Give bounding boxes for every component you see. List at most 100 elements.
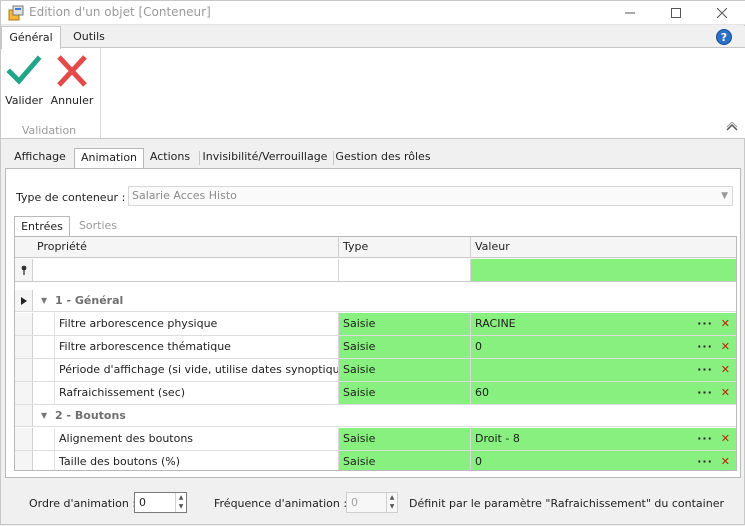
ellipsis-icon[interactable]: ··· <box>697 313 713 335</box>
property-cell: Taille des boutons (%) <box>59 455 181 468</box>
spinner-arrows-icon: ▲ ▼ <box>386 493 397 512</box>
group-row-boutons[interactable]: ▼ 2 - Boutons <box>15 405 736 427</box>
type-cell[interactable]: Saisie <box>338 336 470 358</box>
ribbon-tab-outils[interactable]: Outils <box>63 26 115 48</box>
row-indicator <box>15 313 33 335</box>
tab-affichage[interactable]: Affichage <box>7 148 73 168</box>
type-cell[interactable]: Saisie <box>338 359 470 381</box>
valider-label: Valider <box>5 94 43 107</box>
animation-panel: Type de conteneur : Salarie Acces Histo … <box>5 168 741 478</box>
type-cell[interactable]: Saisie <box>338 428 470 450</box>
row-indent <box>33 359 55 381</box>
row-indent <box>33 313 55 335</box>
container-type-label: Type de conteneur : <box>16 191 126 204</box>
title-bar: Edition d'un objet [Conteneur] <box>1 1 745 25</box>
spinner-arrows-icon[interactable]: ▲ ▼ <box>175 493 186 512</box>
filter-valeur-cell[interactable] <box>470 259 736 281</box>
window-title: Edition d'un objet [Conteneur] <box>29 5 211 19</box>
ribbon-tab-general[interactable]: Général <box>1 26 61 49</box>
row-indicator <box>15 405 33 426</box>
group-row-general[interactable]: ▼ 1 - Général <box>15 290 736 312</box>
row-indent <box>33 428 55 450</box>
property-cell: Rafraichissement (sec) <box>59 386 186 399</box>
table-row[interactable]: Filtre arborescence thématique Saisie 0 … <box>15 336 736 359</box>
ellipsis-icon[interactable]: ··· <box>697 359 713 381</box>
window: Edition d'un objet [Conteneur] Général O… <box>0 0 745 525</box>
tab-actions[interactable]: Actions <box>145 148 195 168</box>
footer: Ordre d'animation : 0 ▲ ▼ Fréquence d'ani… <box>1 481 745 526</box>
column-header-propriete[interactable]: Propriété <box>33 237 338 258</box>
tab-entrees[interactable]: Entrées <box>14 216 70 236</box>
table-row[interactable]: Période d'affichage (si vide, utilise da… <box>15 359 736 382</box>
frequency-spinner[interactable]: 0 ▲ ▼ <box>346 492 398 513</box>
ribbon-group-label: Validation <box>21 124 77 137</box>
ribbon-tab-strip: Général Outils ? <box>1 26 745 49</box>
group-label: 1 - Général <box>55 294 124 307</box>
chevron-up-icon[interactable] <box>726 122 738 132</box>
tab-animation[interactable]: Animation <box>74 148 144 169</box>
delete-icon[interactable]: ✕ <box>721 451 730 470</box>
type-cell[interactable]: Saisie <box>338 313 470 335</box>
table-row[interactable]: Taille des boutons (%) Saisie 0 ··· ✕ <box>15 451 736 470</box>
row-indicator <box>15 451 33 470</box>
group-label: 2 - Boutons <box>55 409 126 422</box>
property-cell: Filtre arborescence physique <box>59 317 218 330</box>
close-icon <box>716 7 728 19</box>
row-actions: ··· ✕ <box>697 313 730 336</box>
delete-icon[interactable]: ✕ <box>721 359 730 381</box>
help-icon[interactable]: ? <box>716 29 732 45</box>
ellipsis-icon[interactable]: ··· <box>697 451 713 470</box>
property-cell: Période d'affichage (si vide, utilise da… <box>59 363 338 376</box>
filter-row <box>15 259 736 282</box>
valider-button[interactable]: Valider <box>1 52 47 108</box>
frequency-note: Définit par le paramètre "Rafraichisseme… <box>409 497 724 510</box>
delete-icon[interactable]: ✕ <box>721 336 730 358</box>
table-row[interactable]: Rafraichissement (sec) Saisie 60 ··· ✕ <box>15 382 736 405</box>
frequency-label: Fréquence d'animation : <box>214 497 348 510</box>
ribbon-panel: Valider Annuler Validation <box>1 47 745 139</box>
properties-grid: Propriété Type Valeur ▼ 1 - Général Filt… <box>14 236 737 471</box>
frequency-value: 0 <box>351 496 358 509</box>
tab-gestion-roles[interactable]: Gestion des rôles <box>334 148 432 168</box>
table-row[interactable]: Alignement des boutons Saisie Droit - 8 … <box>15 428 736 451</box>
close-button[interactable] <box>699 1 745 25</box>
ellipsis-icon[interactable]: ··· <box>697 336 713 358</box>
order-spinner[interactable]: 0 ▲ ▼ <box>134 492 187 513</box>
tab-invisibilite[interactable]: Invisibilité/Verrouillage <box>200 148 330 168</box>
row-actions: ··· ✕ <box>697 336 730 359</box>
annuler-button[interactable]: Annuler <box>49 52 95 108</box>
filter-type-cell[interactable] <box>338 259 470 281</box>
current-row-arrow-icon <box>20 297 27 305</box>
row-indicator <box>15 336 33 358</box>
minimize-icon <box>625 12 635 14</box>
ellipsis-icon[interactable]: ··· <box>697 428 713 450</box>
row-actions: ··· ✕ <box>697 382 730 405</box>
table-row[interactable]: Filtre arborescence physique Saisie RACI… <box>15 313 736 336</box>
filter-propriete-cell[interactable] <box>33 259 338 281</box>
maximize-button[interactable] <box>653 1 699 25</box>
minimize-button[interactable] <box>607 1 653 25</box>
ribbon-group-separator <box>100 48 101 138</box>
tab-sorties[interactable]: Sorties <box>72 216 124 236</box>
row-indent <box>33 451 55 470</box>
row-indicator <box>15 382 33 404</box>
delete-icon[interactable]: ✕ <box>721 382 730 404</box>
row-indicator <box>15 359 33 381</box>
collapse-caret-icon[interactable]: ▼ <box>41 405 47 427</box>
delete-icon[interactable]: ✕ <box>721 428 730 450</box>
type-cell[interactable]: Saisie <box>338 451 470 470</box>
row-indicator <box>15 290 33 311</box>
type-cell[interactable]: Saisie <box>338 382 470 404</box>
chevron-down-icon: ▼ <box>721 191 728 201</box>
row-actions: ··· ✕ <box>697 428 730 451</box>
container-type-value: Salarie Acces Histo <box>132 189 237 202</box>
row-actions: ··· ✕ <box>697 359 730 382</box>
container-type-select[interactable]: Salarie Acces Histo ▼ <box>128 186 733 206</box>
collapse-caret-icon[interactable]: ▼ <box>41 290 47 312</box>
column-header-type[interactable]: Type <box>338 237 470 258</box>
column-header-valeur[interactable]: Valeur <box>470 237 736 258</box>
ellipsis-icon[interactable]: ··· <box>697 382 713 404</box>
maximize-icon <box>671 8 681 18</box>
delete-icon[interactable]: ✕ <box>721 313 730 335</box>
cross-icon <box>57 55 87 87</box>
